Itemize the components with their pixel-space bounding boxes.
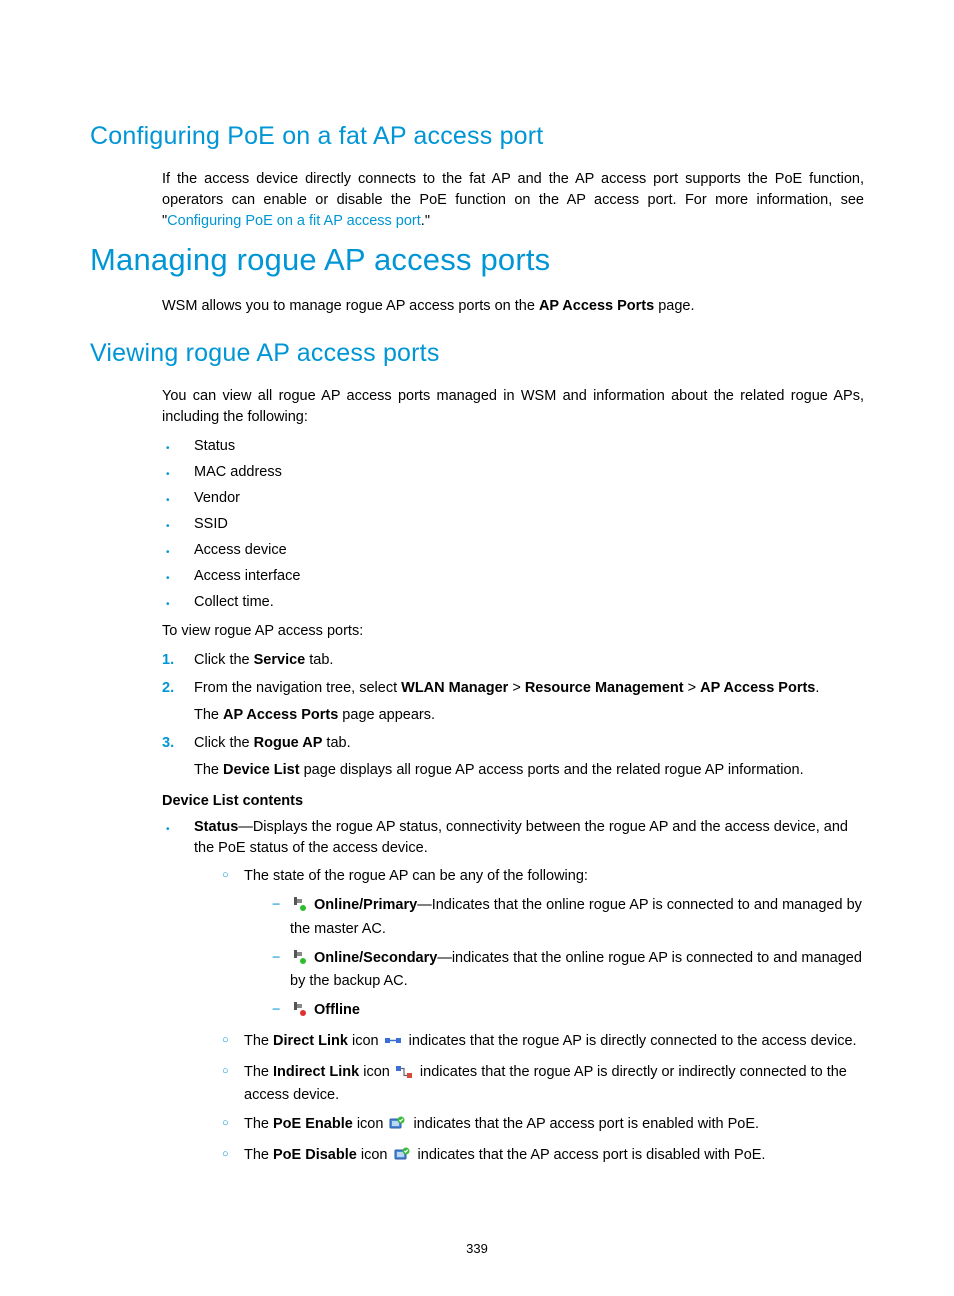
text-bold: Direct Link <box>273 1033 348 1049</box>
text: —Displays the rogue AP status, connectiv… <box>194 819 848 856</box>
text-bold: Status <box>194 819 238 835</box>
link-configuring-poe-fit[interactable]: Configuring PoE on a fit AP access port <box>167 213 421 229</box>
ap-offline-red-icon <box>292 1002 306 1024</box>
text-bold: Rogue AP <box>254 735 323 751</box>
text: The <box>194 707 223 723</box>
section3-body: You can view all rogue AP access ports m… <box>162 386 864 1169</box>
status-item: Status—Displays the rogue AP status, con… <box>162 817 864 1168</box>
section1-paragraph: If the access device directly connects t… <box>162 169 864 232</box>
step-3: Click the Rogue AP tab. The Device List … <box>162 733 864 781</box>
text-bold: PoE Enable <box>273 1116 353 1132</box>
text: The <box>244 1033 273 1049</box>
section1-body: If the access device directly connects t… <box>162 169 864 232</box>
list-item: Status <box>162 436 864 457</box>
state-online-primary: Online/Primary—Indicates that the online… <box>272 895 864 941</box>
poe-enable-item: The PoE Enable icon indicates that the A… <box>222 1114 864 1138</box>
step-3-sub: The Device List page displays all rogue … <box>194 760 864 781</box>
page-number: 339 <box>0 1241 954 1256</box>
device-list-heading: Device List contents <box>162 793 864 809</box>
text: The <box>194 762 223 778</box>
text: indicates that the AP access port is ena… <box>409 1116 759 1132</box>
text: icon <box>348 1033 383 1049</box>
text-bold: Resource Management <box>525 680 684 696</box>
text-bold: Device List <box>223 762 300 778</box>
indirect-link-item: The Indirect Link icon indicates that th… <box>222 1062 864 1108</box>
list-item: Collect time. <box>162 592 864 613</box>
document-page: Configuring PoE on a fat AP access port … <box>0 0 954 1296</box>
status-sublist: The state of the rogue AP can be any of … <box>222 866 864 1168</box>
step-1: Click the Service tab. <box>162 650 864 671</box>
poe-disable-item: The PoE Disable icon indicates that the … <box>222 1145 864 1169</box>
section2-intro: WSM allows you to manage rogue AP access… <box>162 296 864 317</box>
poe-disable-icon <box>394 1147 410 1169</box>
text: The <box>244 1147 273 1163</box>
text: The state of the rogue AP can be any of … <box>244 868 588 884</box>
list-item: Access interface <box>162 566 864 587</box>
text: Click the <box>194 735 254 751</box>
ap-online-green-icon <box>292 950 306 972</box>
text: From the navigation tree, select <box>194 680 401 696</box>
heading-viewing-rogue: Viewing rogue AP access ports <box>90 339 864 368</box>
direct-link-item: The Direct Link icon indicates that the … <box>222 1031 864 1055</box>
heading-configuring-poe-fat: Configuring PoE on a fat AP access port <box>90 122 864 151</box>
indirect-link-icon <box>396 1064 412 1086</box>
state-intro-item: The state of the rogue AP can be any of … <box>222 866 864 1024</box>
list-item: MAC address <box>162 462 864 483</box>
text: page displays all rogue AP access ports … <box>300 762 804 778</box>
text-bold: WLAN Manager <box>401 680 508 696</box>
text-bold: PoE Disable <box>273 1147 357 1163</box>
text: indicates that the rogue AP is directly … <box>405 1033 857 1049</box>
state-list: Online/Primary—Indicates that the online… <box>272 895 864 1024</box>
list-item: SSID <box>162 514 864 535</box>
text: indicates that the AP access port is dis… <box>414 1147 766 1163</box>
text-bold: AP Access Ports <box>700 680 815 696</box>
device-list-bullets: Status—Displays the rogue AP status, con… <box>162 817 864 1168</box>
text-bold: AP Access Ports <box>539 298 654 314</box>
section2-body: WSM allows you to manage rogue AP access… <box>162 296 864 317</box>
text-bold: Online/Primary <box>314 897 417 913</box>
ap-online-green-icon <box>292 897 306 919</box>
steps-list: Click the Service tab. From the navigati… <box>162 650 864 781</box>
text: . <box>815 680 819 696</box>
heading-managing-rogue: Managing rogue AP access ports <box>90 242 864 278</box>
list-item: Vendor <box>162 488 864 509</box>
poe-enable-icon <box>389 1116 405 1138</box>
text: tab. <box>322 735 350 751</box>
text: Click the <box>194 652 254 668</box>
text: tab. <box>305 652 333 668</box>
text: icon <box>353 1116 388 1132</box>
text: WSM allows you to manage rogue AP access… <box>162 298 539 314</box>
text: The <box>244 1064 273 1080</box>
state-online-secondary: Online/Secondary—indicates that the onli… <box>272 948 864 994</box>
text: > <box>508 680 525 696</box>
info-bullet-list: Status MAC address Vendor SSID Access de… <box>162 436 864 613</box>
text: The <box>244 1116 273 1132</box>
text-bold: Offline <box>314 1002 360 1018</box>
text: page appears. <box>338 707 435 723</box>
step-2: From the navigation tree, select WLAN Ma… <box>162 678 864 726</box>
text: ." <box>421 213 430 229</box>
text: > <box>684 680 701 696</box>
section3-intro: You can view all rogue AP access ports m… <box>162 386 864 428</box>
steps-intro: To view rogue AP access ports: <box>162 621 864 642</box>
text: icon <box>359 1064 394 1080</box>
text-bold: Indirect Link <box>273 1064 359 1080</box>
direct-link-icon <box>385 1033 401 1055</box>
text: page. <box>654 298 694 314</box>
text-bold: Service <box>254 652 306 668</box>
text: icon <box>357 1147 392 1163</box>
text-bold: AP Access Ports <box>223 707 338 723</box>
list-item: Access device <box>162 540 864 561</box>
step-2-sub: The AP Access Ports page appears. <box>194 705 864 726</box>
state-offline: Offline <box>272 1000 864 1024</box>
text-bold: Online/Secondary <box>314 950 437 966</box>
